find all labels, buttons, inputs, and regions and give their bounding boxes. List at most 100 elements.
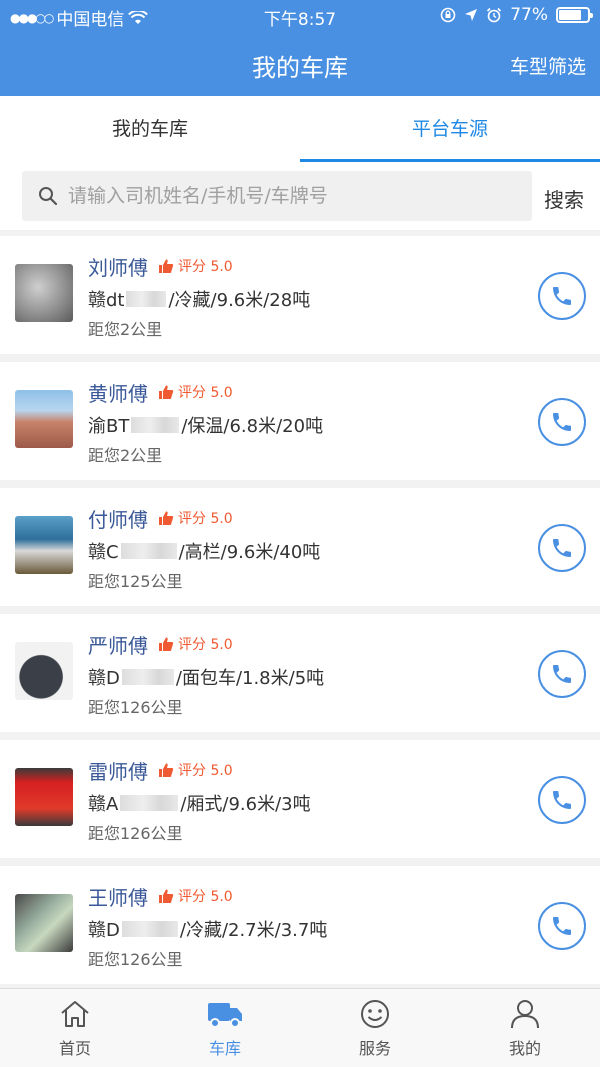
rating-value: 评分 5.0 [178, 259, 233, 275]
driver-card[interactable]: 严师傅 评分 5.0 赣D /面包车/1.8米/5吨 距您126公里 [0, 614, 600, 732]
driver-list: 刘师傅 评分 5.0 赣dt /冷藏/9.6米/28吨 距您2公里 黄师傅 评分… [0, 236, 600, 992]
status-bar: ●●●○○ 中国电信 下午8:57 77% [0, 0, 600, 32]
driver-photo [15, 264, 73, 322]
tab-bar: 我的车库 平台车源 [0, 96, 600, 162]
rating: 评分 5.0 [158, 760, 233, 780]
nav-garage[interactable]: 车库 [150, 989, 300, 1067]
driver-name: 严师傅 [88, 634, 148, 658]
plate-prefix: 赣D [88, 920, 120, 941]
thumbs-up-icon [159, 259, 174, 273]
distance: 距您125公里 [88, 572, 183, 591]
plate-prefix: 渝BT [88, 416, 130, 437]
distance: 距您126公里 [88, 824, 183, 843]
driver-card[interactable]: 王师傅 评分 5.0 赣D /冷藏/2.7米/3.7吨 距您126公里 [0, 866, 600, 984]
driver-card[interactable]: 刘师傅 评分 5.0 赣dt /冷藏/9.6米/28吨 距您2公里 [0, 236, 600, 354]
nav-service-label: 服务 [358, 1039, 391, 1058]
vehicle-info: 赣D /冷藏/2.7米/3.7吨 [88, 916, 327, 942]
phone-icon [553, 539, 571, 557]
driver-name: 付师傅 [88, 508, 148, 532]
phone-icon [553, 287, 571, 305]
rating-value: 评分 5.0 [178, 511, 233, 527]
nav-home[interactable]: 首页 [0, 989, 150, 1067]
phone-icon [553, 791, 571, 809]
call-button[interactable] [538, 650, 586, 698]
driver-name: 雷师傅 [88, 760, 148, 784]
nav-service[interactable]: 服务 [300, 989, 450, 1067]
distance: 距您126公里 [88, 950, 183, 969]
phone-icon [553, 917, 571, 935]
search-row: 搜索 [0, 162, 600, 230]
thumbs-up-icon [159, 637, 174, 651]
vehicle-details: /高栏/9.6米/40吨 [178, 542, 321, 563]
vehicle-details: /面包车/1.8米/5吨 [175, 668, 325, 689]
user-icon [511, 1000, 539, 1029]
driver-card[interactable]: 付师傅 评分 5.0 赣C /高栏/9.6米/40吨 距您125公里 [0, 488, 600, 606]
plate-prefix: 赣dt [88, 290, 125, 311]
distance: 距您126公里 [88, 698, 183, 717]
tab-my-garage[interactable]: 我的车库 [0, 96, 300, 162]
phone-icon [553, 413, 571, 431]
rating: 评分 5.0 [158, 634, 233, 654]
rating-value: 评分 5.0 [178, 385, 233, 401]
status-right: 77% [440, 5, 593, 25]
plate-prefix: 赣C [88, 542, 119, 563]
nav-profile[interactable]: 我的 [450, 989, 600, 1067]
call-button[interactable] [538, 272, 586, 320]
rating-value: 评分 5.0 [178, 763, 233, 779]
vehicle-info: 赣D /面包车/1.8米/5吨 [88, 664, 324, 690]
battery-icon [556, 7, 593, 23]
plate-blur [121, 669, 174, 685]
thumbs-up-icon [159, 889, 174, 903]
call-button[interactable] [538, 524, 586, 572]
rotation-lock-icon [440, 7, 456, 23]
nav-home-label: 首页 [58, 1039, 91, 1058]
nav-garage-label: 车库 [208, 1039, 241, 1058]
driver-name: 黄师傅 [88, 382, 148, 406]
driver-card[interactable]: 黄师傅 评分 5.0 渝BT /保温/6.8米/20吨 距您2公里 [0, 362, 600, 480]
plate-blur [120, 795, 179, 811]
home-icon [61, 1001, 89, 1027]
plate-blur [131, 417, 180, 433]
distance: 距您2公里 [88, 320, 163, 339]
rating: 评分 5.0 [158, 382, 233, 402]
rating: 评分 5.0 [158, 508, 233, 528]
vehicle-info: 赣A /厢式/9.6米/3吨 [88, 790, 311, 816]
call-button[interactable] [538, 902, 586, 950]
driver-card[interactable]: 雷师傅 评分 5.0 赣A /厢式/9.6米/3吨 距您126公里 [0, 740, 600, 858]
battery-percent: 77% [510, 5, 548, 25]
driver-photo [15, 642, 73, 700]
vehicle-details: /保温/6.8米/20吨 [181, 416, 324, 437]
plate-blur [121, 921, 178, 937]
call-button[interactable] [538, 398, 586, 446]
plate-blur [126, 291, 167, 307]
thumbs-up-icon [159, 511, 174, 525]
tab-platform-vehicles[interactable]: 平台车源 [300, 96, 600, 162]
driver-photo [15, 768, 73, 826]
vehicle-details: /冷藏/9.6米/28吨 [168, 290, 311, 311]
plate-prefix: 赣A [88, 794, 119, 815]
driver-name: 王师傅 [88, 886, 148, 910]
driver-photo [15, 390, 73, 448]
search-button[interactable]: 搜索 [544, 184, 584, 213]
phone-icon [553, 665, 571, 683]
rating: 评分 5.0 [158, 256, 233, 276]
call-button[interactable] [538, 776, 586, 824]
search-input[interactable] [68, 185, 508, 207]
driver-photo [15, 516, 73, 574]
rating: 评分 5.0 [158, 886, 233, 906]
smile-icon [361, 1000, 389, 1028]
thumbs-up-icon [159, 385, 174, 399]
rating-value: 评分 5.0 [178, 637, 233, 653]
vehicle-filter-button[interactable]: 车型筛选 [510, 52, 586, 79]
location-icon [465, 9, 478, 21]
driver-name: 刘师傅 [88, 256, 148, 280]
vehicle-info: 渝BT /保温/6.8米/20吨 [88, 412, 323, 438]
vehicle-details: /冷藏/2.7米/3.7吨 [179, 920, 328, 941]
truck-icon [208, 1003, 242, 1028]
thumbs-up-icon [159, 763, 174, 777]
nav-bar: 我的车库 车型筛选 [0, 32, 600, 96]
vehicle-info: 赣C /高栏/9.6米/40吨 [88, 538, 320, 564]
distance: 距您2公里 [88, 446, 163, 465]
vehicle-info: 赣dt /冷藏/9.6米/28吨 [88, 286, 310, 312]
plate-prefix: 赣D [88, 668, 120, 689]
